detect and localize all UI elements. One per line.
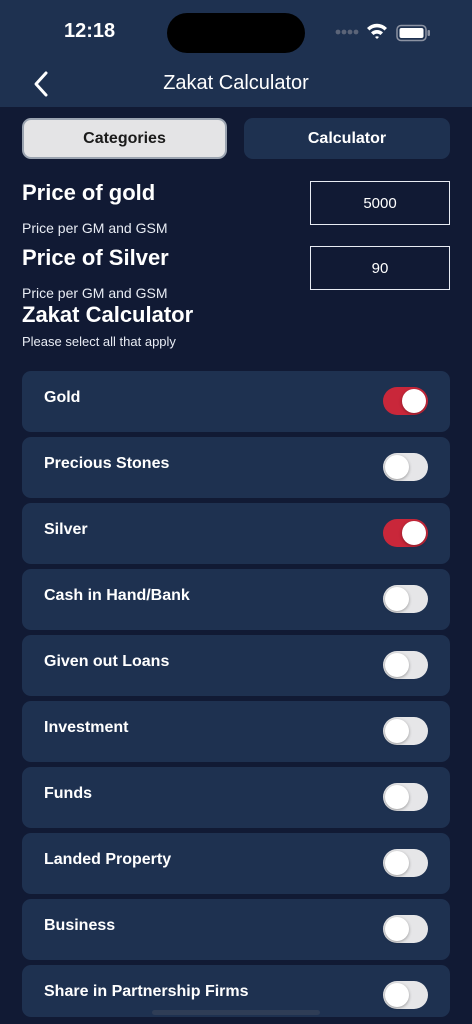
category-label: Silver [44, 521, 88, 538]
category-label: Investment [44, 719, 129, 736]
category-toggle[interactable] [383, 585, 428, 613]
category-label: Landed Property [44, 851, 172, 868]
category-row: Investment [22, 701, 450, 762]
category-toggle[interactable] [383, 717, 428, 745]
toggle-knob [385, 719, 409, 743]
category-row: Landed Property [22, 833, 450, 894]
cellular-signal-icon [335, 29, 359, 35]
tab-categories[interactable]: Categories [22, 118, 227, 159]
status-time: 12:18 [64, 20, 116, 42]
category-label: Business [44, 917, 116, 934]
category-label: Funds [44, 785, 92, 802]
dynamic-island [167, 13, 305, 53]
zakat-section-title: Zakat Calculator [22, 302, 194, 327]
nav-header: 12:18 Zakat Calculator [0, 0, 472, 107]
toggle-knob [385, 587, 409, 611]
category-row: Business [22, 899, 450, 960]
category-row: Gold [22, 371, 450, 432]
toggle-knob [385, 983, 409, 1007]
toggle-knob [402, 521, 426, 545]
toggle-knob [385, 785, 409, 809]
battery-icon [396, 24, 430, 42]
category-toggle[interactable] [383, 915, 428, 943]
page-title: Zakat Calculator [163, 72, 309, 94]
category-toggle[interactable] [383, 783, 428, 811]
gold-price-input[interactable] [310, 181, 450, 225]
gold-price-heading: Price of gold [22, 180, 156, 205]
category-row: Cash in Hand/Bank [22, 569, 450, 630]
category-toggle[interactable] [383, 981, 428, 1009]
category-toggle[interactable] [383, 453, 428, 481]
toggle-knob [385, 455, 409, 479]
gold-price-caption: Price per GM and GSM [22, 220, 168, 236]
home-indicator [152, 1010, 320, 1015]
category-row: Silver [22, 503, 450, 564]
tab-calculator[interactable]: Calculator [244, 118, 450, 159]
silver-price-heading: Price of Silver [22, 245, 169, 270]
wifi-icon [367, 23, 387, 39]
silver-price-caption: Price per GM and GSM [22, 285, 168, 301]
silver-price-input[interactable] [310, 246, 450, 290]
category-toggle[interactable] [383, 849, 428, 877]
category-row: Precious Stones [22, 437, 450, 498]
category-label: Gold [44, 389, 81, 406]
category-row: Given out Loans [22, 635, 450, 696]
category-label: Share in Partnership Firms [44, 983, 249, 1000]
category-toggle[interactable] [383, 651, 428, 679]
category-label: Precious Stones [44, 455, 170, 472]
category-row: Funds [22, 767, 450, 828]
toggle-knob [385, 917, 409, 941]
category-label: Given out Loans [44, 653, 170, 670]
toggle-knob [402, 389, 426, 413]
category-toggle[interactable] [383, 519, 428, 547]
category-label: Cash in Hand/Bank [44, 587, 190, 604]
toggle-knob [385, 851, 409, 875]
zakat-section-subtitle: Please select all that apply [22, 334, 176, 349]
category-toggle[interactable] [383, 387, 428, 415]
toggle-knob [385, 653, 409, 677]
